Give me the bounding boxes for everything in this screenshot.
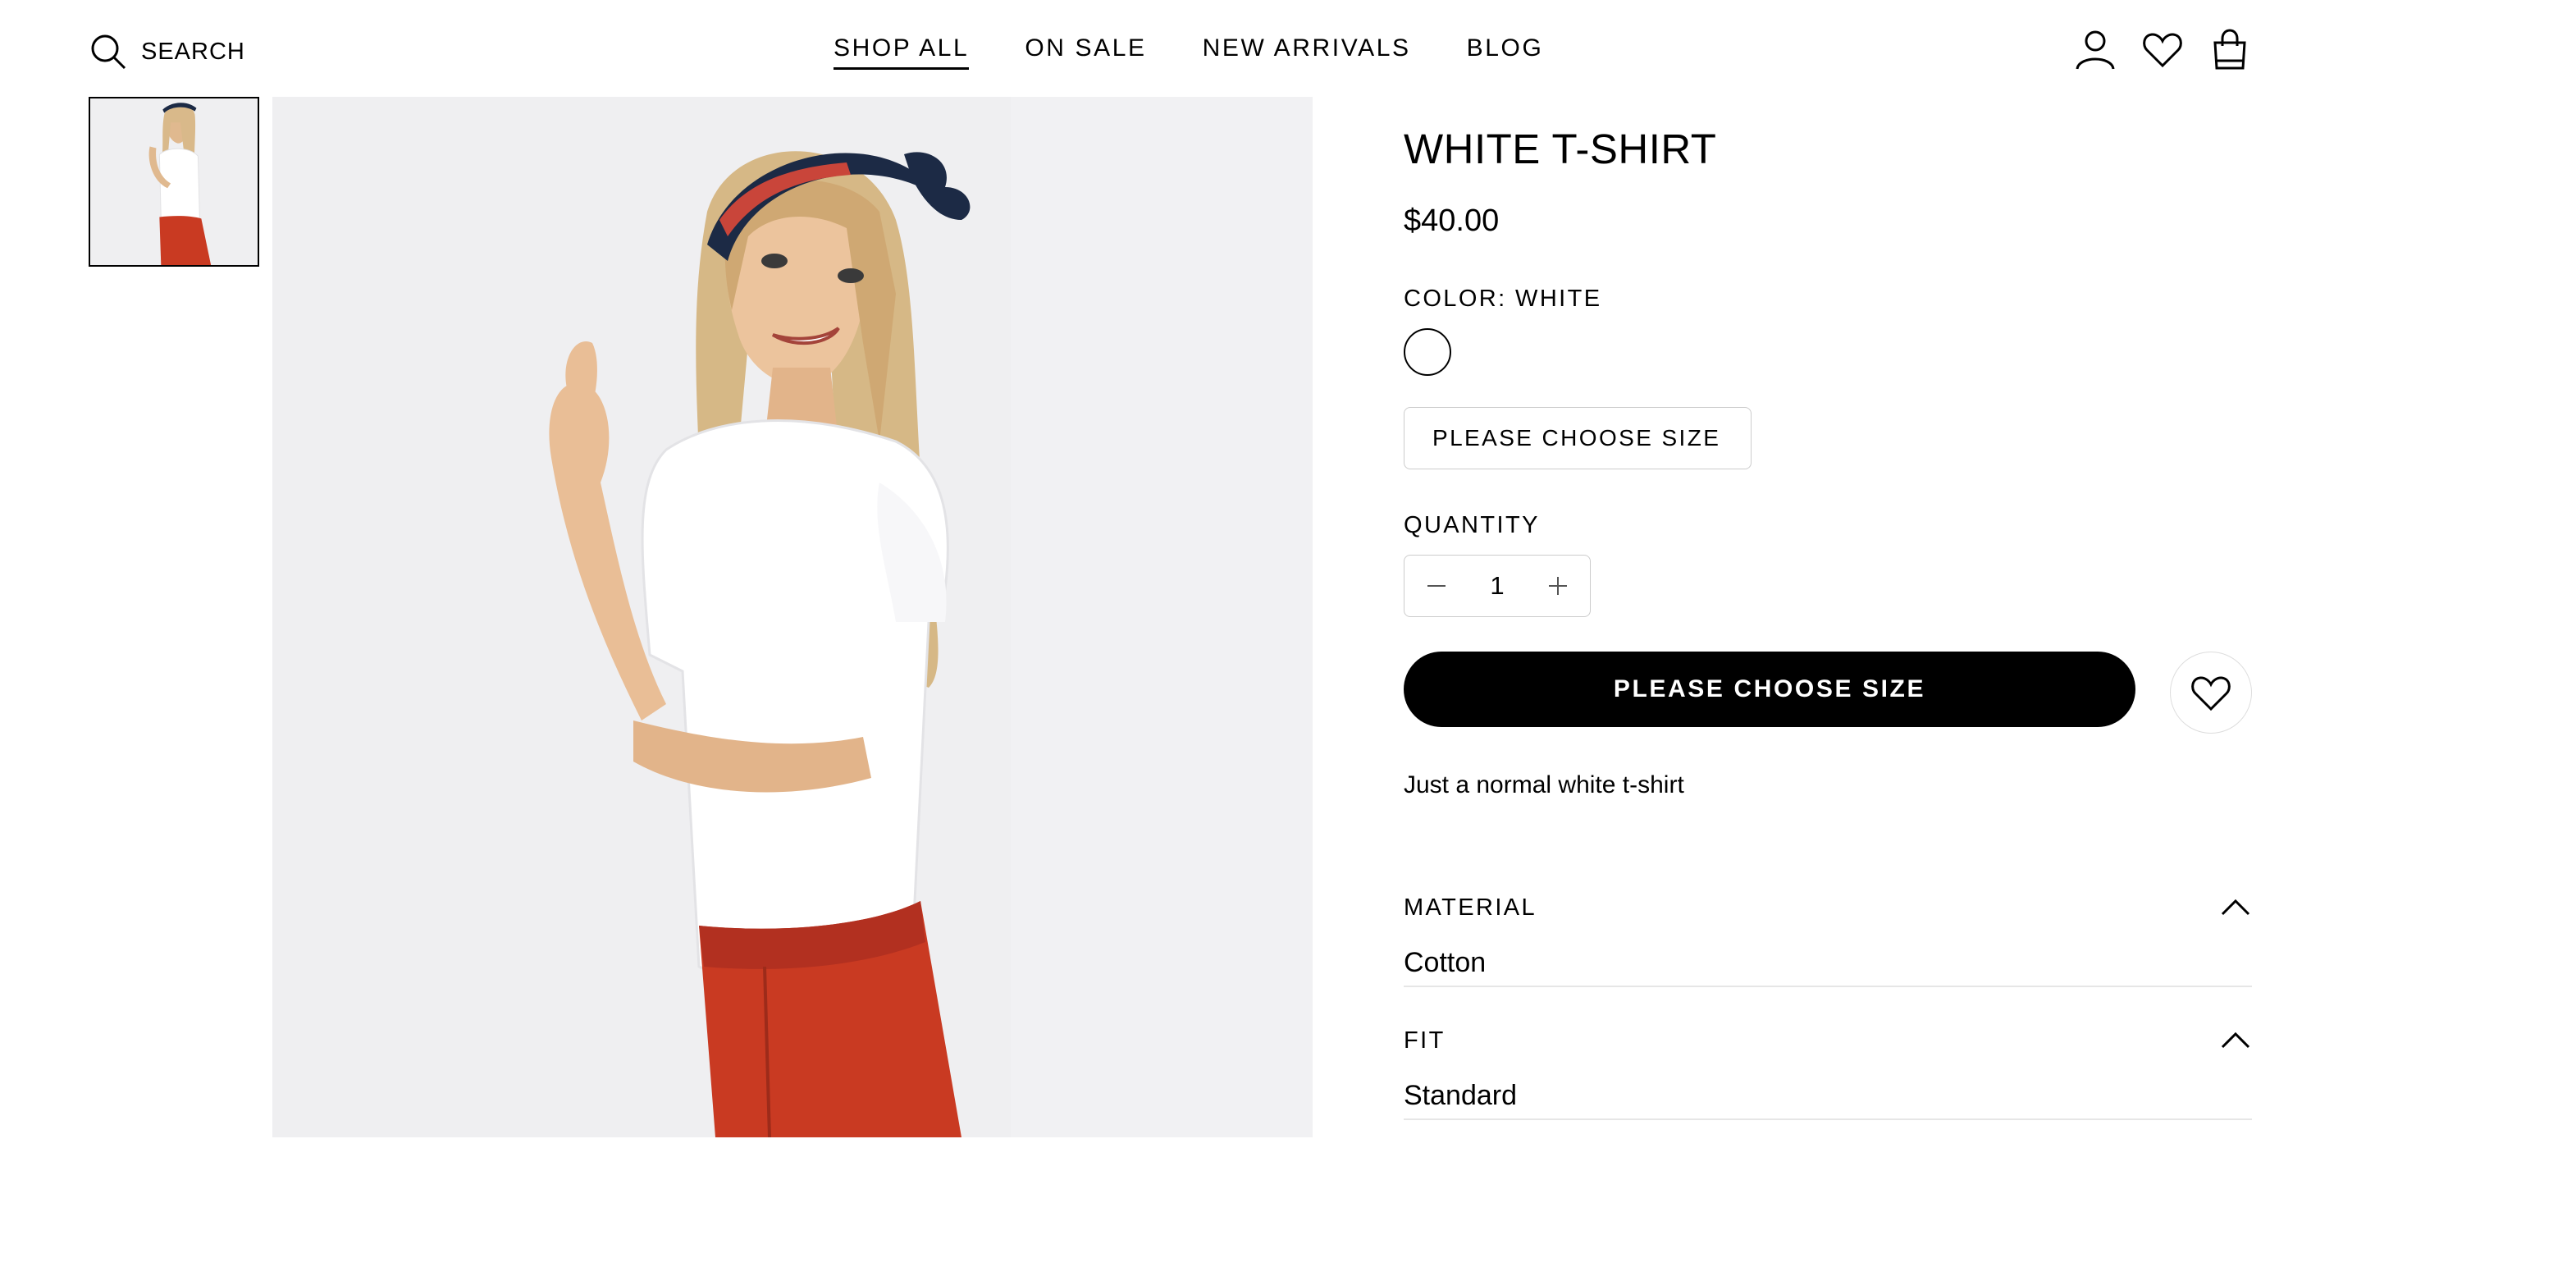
size-selector[interactable]: PLEASE CHOOSE SIZE <box>1404 407 1752 469</box>
quantity-stepper: 1 <box>1404 555 1591 617</box>
model-photo <box>272 97 1313 1137</box>
chevron-up-icon <box>2221 899 2250 916</box>
accordion-fit-value: Standard <box>1404 1080 2252 1120</box>
cart-icon <box>2213 29 2246 70</box>
product-thumbnail[interactable] <box>89 97 259 267</box>
quantity-label: QUANTITY <box>1404 512 1540 538</box>
accordion-material-value: Cotton <box>1404 947 2252 987</box>
quantity-increase-button[interactable] <box>1544 572 1572 600</box>
site-header: SEARCH SHOP ALL ON SALE NEW ARRIVALS BLO… <box>0 0 2576 97</box>
search-button[interactable]: SEARCH <box>89 31 245 72</box>
search-icon <box>91 34 126 70</box>
accordion-material-header[interactable]: MATERIAL <box>1404 883 2252 932</box>
accordion-material-label: MATERIAL <box>1404 894 1537 921</box>
accordion-material: MATERIAL Cotton <box>1404 883 2252 987</box>
search-label: SEARCH <box>141 38 245 65</box>
main-nav: SHOP ALL ON SALE NEW ARRIVALS BLOG <box>834 34 1543 70</box>
account-icon <box>2076 30 2115 70</box>
thumbnail-image <box>90 98 258 265</box>
minus-icon <box>1427 585 1446 587</box>
accordion-fit: FIT Standard <box>1404 1016 2252 1120</box>
nav-shop-all[interactable]: SHOP ALL <box>834 34 970 70</box>
account-button[interactable] <box>2074 28 2117 71</box>
accordion-fit-label: FIT <box>1404 1027 1446 1054</box>
add-to-cart-button[interactable]: PLEASE CHOOSE SIZE <box>1404 652 2135 727</box>
cart-button[interactable] <box>2208 28 2251 71</box>
product-description: Just a normal white t-shirt <box>1404 771 1684 798</box>
accordion-fit-header[interactable]: FIT <box>1404 1016 2252 1065</box>
heart-icon <box>2191 676 2231 711</box>
product-title: WHITE T-SHIRT <box>1404 126 1717 172</box>
nav-new-arrivals[interactable]: NEW ARRIVALS <box>1203 34 1411 70</box>
chevron-up-icon <box>2221 1031 2250 1049</box>
wishlist-icon <box>2143 33 2182 68</box>
product-main-image <box>272 97 1313 1137</box>
product-price: $40.00 <box>1404 204 1500 238</box>
wishlist-button[interactable] <box>2141 28 2184 71</box>
quantity-decrease-button[interactable] <box>1423 572 1450 600</box>
header-icons <box>2074 28 2251 71</box>
plus-icon <box>1549 577 1567 595</box>
color-swatch-white[interactable] <box>1404 328 1451 376</box>
quantity-value[interactable]: 1 <box>1490 571 1504 601</box>
add-to-wishlist-button[interactable] <box>2170 652 2252 734</box>
nav-on-sale[interactable]: ON SALE <box>1025 34 1146 70</box>
nav-blog[interactable]: BLOG <box>1467 34 1544 70</box>
color-label: COLOR: WHITE <box>1404 286 1602 312</box>
